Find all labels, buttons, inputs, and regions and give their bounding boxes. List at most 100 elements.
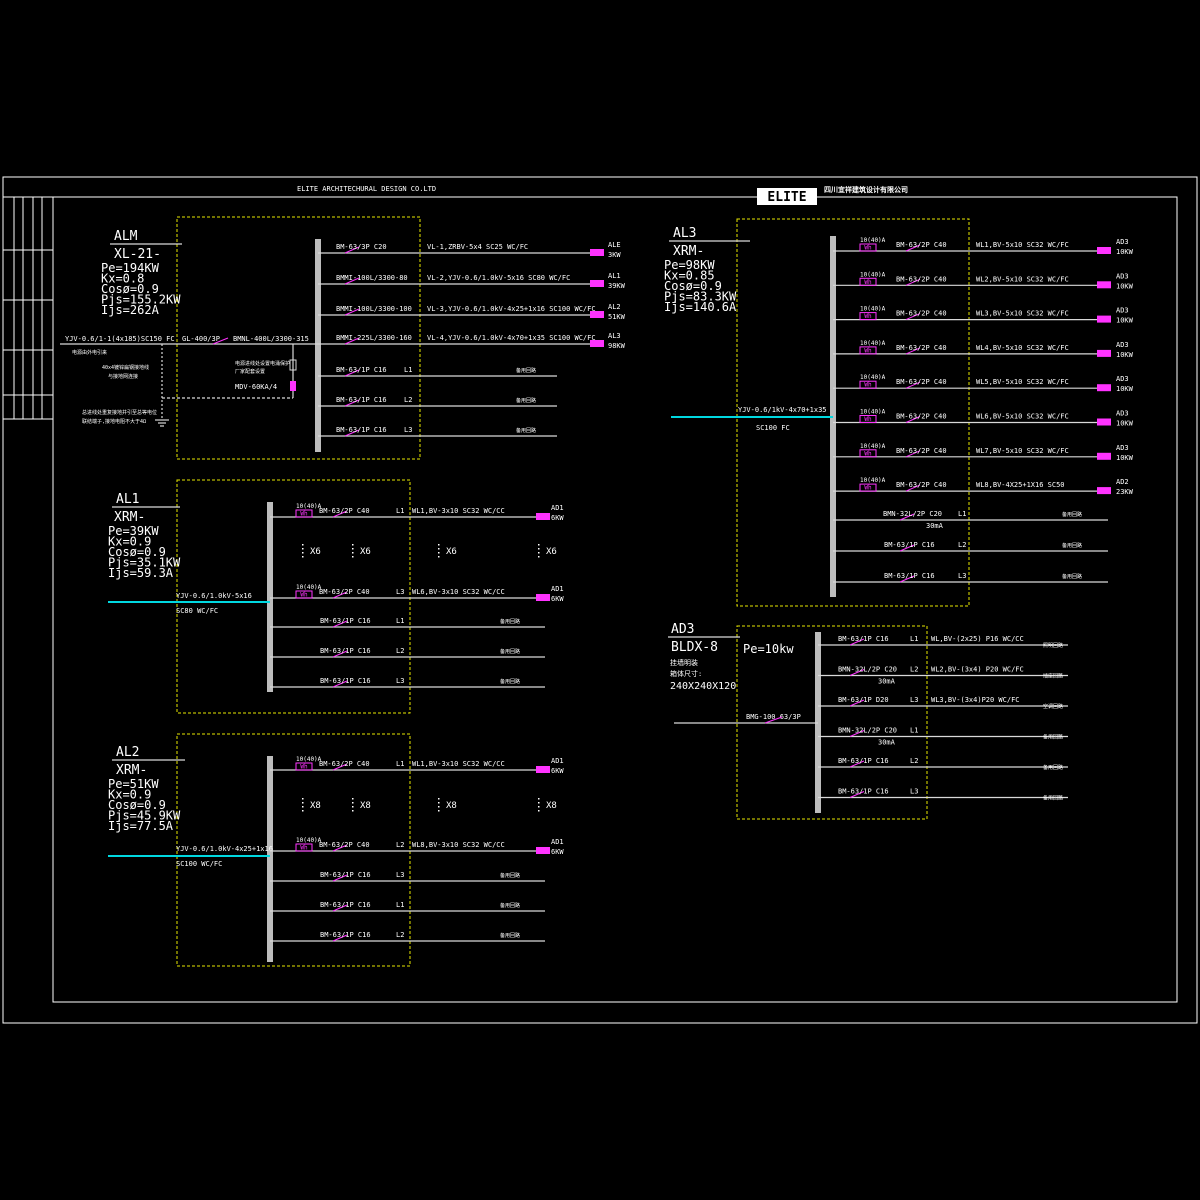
ad3-model: BLDX-8 — [671, 640, 718, 655]
param-line: Ijs=140.6A — [664, 300, 737, 314]
branch-load: 6KW — [551, 514, 564, 522]
branch-note: 备用回路 — [1043, 734, 1063, 741]
al1-branches: 10(40)AWh BM-63/2P C40 L1 WL1,BV-3x10 SC32 … — [270, 503, 564, 688]
branch-phase: L1 — [396, 901, 404, 909]
al1-incoming2: SC80 WC/FC — [176, 607, 218, 615]
repeat-dot — [352, 548, 354, 550]
repeat-count: X8 — [310, 801, 321, 811]
branch-cable: WL8,BV-3x10 SC32 WC/CC — [412, 841, 505, 849]
branch-dest: AD3 — [1116, 238, 1129, 246]
ad3-name: AD3 — [671, 622, 694, 637]
meter-label: Wh — [300, 592, 308, 599]
al1-incoming: YJV-0.6/1.0kV-5x16 — [176, 592, 252, 600]
meter-label: Wh — [864, 347, 872, 354]
branch-cable: VL-1,ZRBV-5x4 SC25 WC/FC — [427, 243, 528, 251]
branch-note: 备用回路 — [1062, 542, 1082, 549]
al3-incoming2: SC100 FC — [756, 424, 790, 432]
branch-breaker: BM-63/1P C16 — [884, 572, 935, 580]
branch-breaker: BM-63/1P C16 — [838, 788, 889, 796]
branch-dest: AD1 — [551, 504, 564, 512]
branch-cable: WL1,BV-3x10 SC32 WC/CC — [412, 760, 505, 768]
repeat-dot — [438, 802, 440, 804]
branch-breaker: BM-63/1P C16 — [884, 541, 935, 549]
repeat-dot — [352, 810, 354, 812]
meter-rating: 10(40)A — [860, 306, 886, 313]
alm-incoming-cable: YJV-0.6/1-1(4x185)SC150 FC — [65, 335, 175, 343]
spd-icon — [290, 381, 296, 391]
repeat-dot — [438, 548, 440, 550]
alm-name: ALM — [114, 229, 138, 244]
meter-rating: 10(40)A — [296, 584, 322, 591]
branch-dest: AD3 — [1116, 272, 1129, 280]
branch-phase: L2 — [396, 931, 404, 939]
branch-breaker: BM-63/1P C16 — [838, 757, 889, 765]
meter-rating: 10(40)A — [860, 477, 886, 484]
branch-load: 10KW — [1116, 385, 1134, 393]
ad3-note1: 挂墙明装 — [670, 658, 698, 667]
outgoing-arrow-icon — [1097, 452, 1111, 460]
meter-label: Wh — [864, 450, 872, 457]
outgoing-arrow-icon — [1097, 349, 1111, 357]
repeat-count: X6 — [546, 547, 557, 557]
repeat-dot — [302, 810, 304, 812]
meter-label: Wh — [300, 764, 308, 771]
repeat-dot — [438, 552, 440, 554]
repeat-dot — [538, 544, 540, 546]
repeat-dot — [538, 810, 540, 812]
branch-dest: AD2 — [1116, 478, 1129, 486]
ad3-branches: BM-63/1P C16 L1 WL,BV-(2x25) P16 WC/CC 照明回路… — [818, 635, 1068, 802]
outgoing-arrow-icon — [1097, 247, 1111, 254]
repeat-dot — [302, 556, 304, 558]
meter-label: Wh — [864, 245, 872, 252]
repeat-count: X6 — [310, 547, 321, 557]
repeat-dot — [302, 798, 304, 800]
repeat-count: X8 — [546, 801, 557, 811]
meter-rating: 10(40)A — [860, 409, 886, 416]
branch-cable: WL8,BV-4X25+1X16 SC50 — [976, 481, 1065, 489]
ad3-panel: AD3 BLDX-8 Pe=10kw 挂墙明装 箱体尺寸: 240X240X12… — [668, 622, 1068, 813]
branch-cable: WL3,BV-(3x4)P20 WC/FC — [931, 696, 1020, 704]
svg-text:ELITE: ELITE — [767, 190, 806, 205]
param-line: Ijs=59.3A — [108, 566, 174, 580]
branch-cable: WL6,BV-5x10 SC32 WC/FC — [976, 413, 1069, 421]
branch-breaker: BM-63/1P D20 — [838, 696, 889, 704]
alm-grounding-note-2: 与接地网连接 — [108, 373, 138, 380]
branch-dest: AD1 — [551, 757, 564, 765]
branch-phase: L3 — [396, 677, 404, 685]
branch-breaker: BM-63/2P C40 — [896, 413, 947, 421]
branch-breaker: BM-63/3P C20 — [336, 243, 387, 251]
outgoing-arrow-icon — [1097, 384, 1111, 392]
branch-breaker: BMN-32L/2P C20 — [883, 510, 942, 518]
branch-load: 10KW — [1116, 282, 1134, 290]
repeat-dot — [438, 544, 440, 546]
branch-phase: L3 — [404, 426, 412, 434]
repeat-dot — [538, 548, 540, 550]
alm-main-switch-left: GL-400/3P — [182, 335, 220, 343]
left-title-strip — [3, 196, 53, 420]
branch-cable: WL2,BV-(3x4) P20 WC/FC — [931, 666, 1024, 674]
branch-note: 备用回路 — [500, 902, 520, 909]
branch-phase: L1 — [396, 617, 404, 625]
branch-breaker: BM-63/1P C16 — [838, 635, 889, 643]
outgoing-arrow-icon — [1097, 418, 1111, 426]
branch-dest: AD3 — [1116, 341, 1129, 349]
branch-breaker: BM-63/2P C40 — [319, 760, 370, 768]
branch-phase: L1 — [404, 366, 412, 374]
branch-cable: WL7,BV-5x10 SC32 WC/FC — [976, 447, 1069, 455]
branch-phase: L2 — [396, 647, 404, 655]
branch-rcd: 30mA — [926, 522, 944, 530]
meter-rating: 10(40)A — [296, 503, 322, 510]
outgoing-arrow-icon — [590, 340, 604, 347]
branch-breaker: BM-63/2P C40 — [319, 588, 370, 596]
branch-phase: L1 — [910, 727, 918, 735]
branch-cable: VL-2,YJV-0.6/1.0kV-5x16 SC80 WC/FC — [427, 274, 570, 282]
al1-params: Pe=39KWKx=0.9Cosø=0.9Pjs=35.1KWIjs=59.3A — [108, 524, 181, 580]
outgoing-arrow-icon — [536, 594, 550, 601]
branch-rcd: 30mA — [878, 678, 896, 686]
branch-note: 备用回路 — [1043, 764, 1063, 771]
alm-incoming-note: 电源由外电引来 — [72, 349, 107, 356]
repeat-dot — [352, 806, 354, 808]
branch-load: 10KW — [1116, 454, 1134, 462]
repeat-count: X8 — [446, 801, 457, 811]
branch-breaker: BMN-32L/2P C20 — [838, 727, 897, 735]
